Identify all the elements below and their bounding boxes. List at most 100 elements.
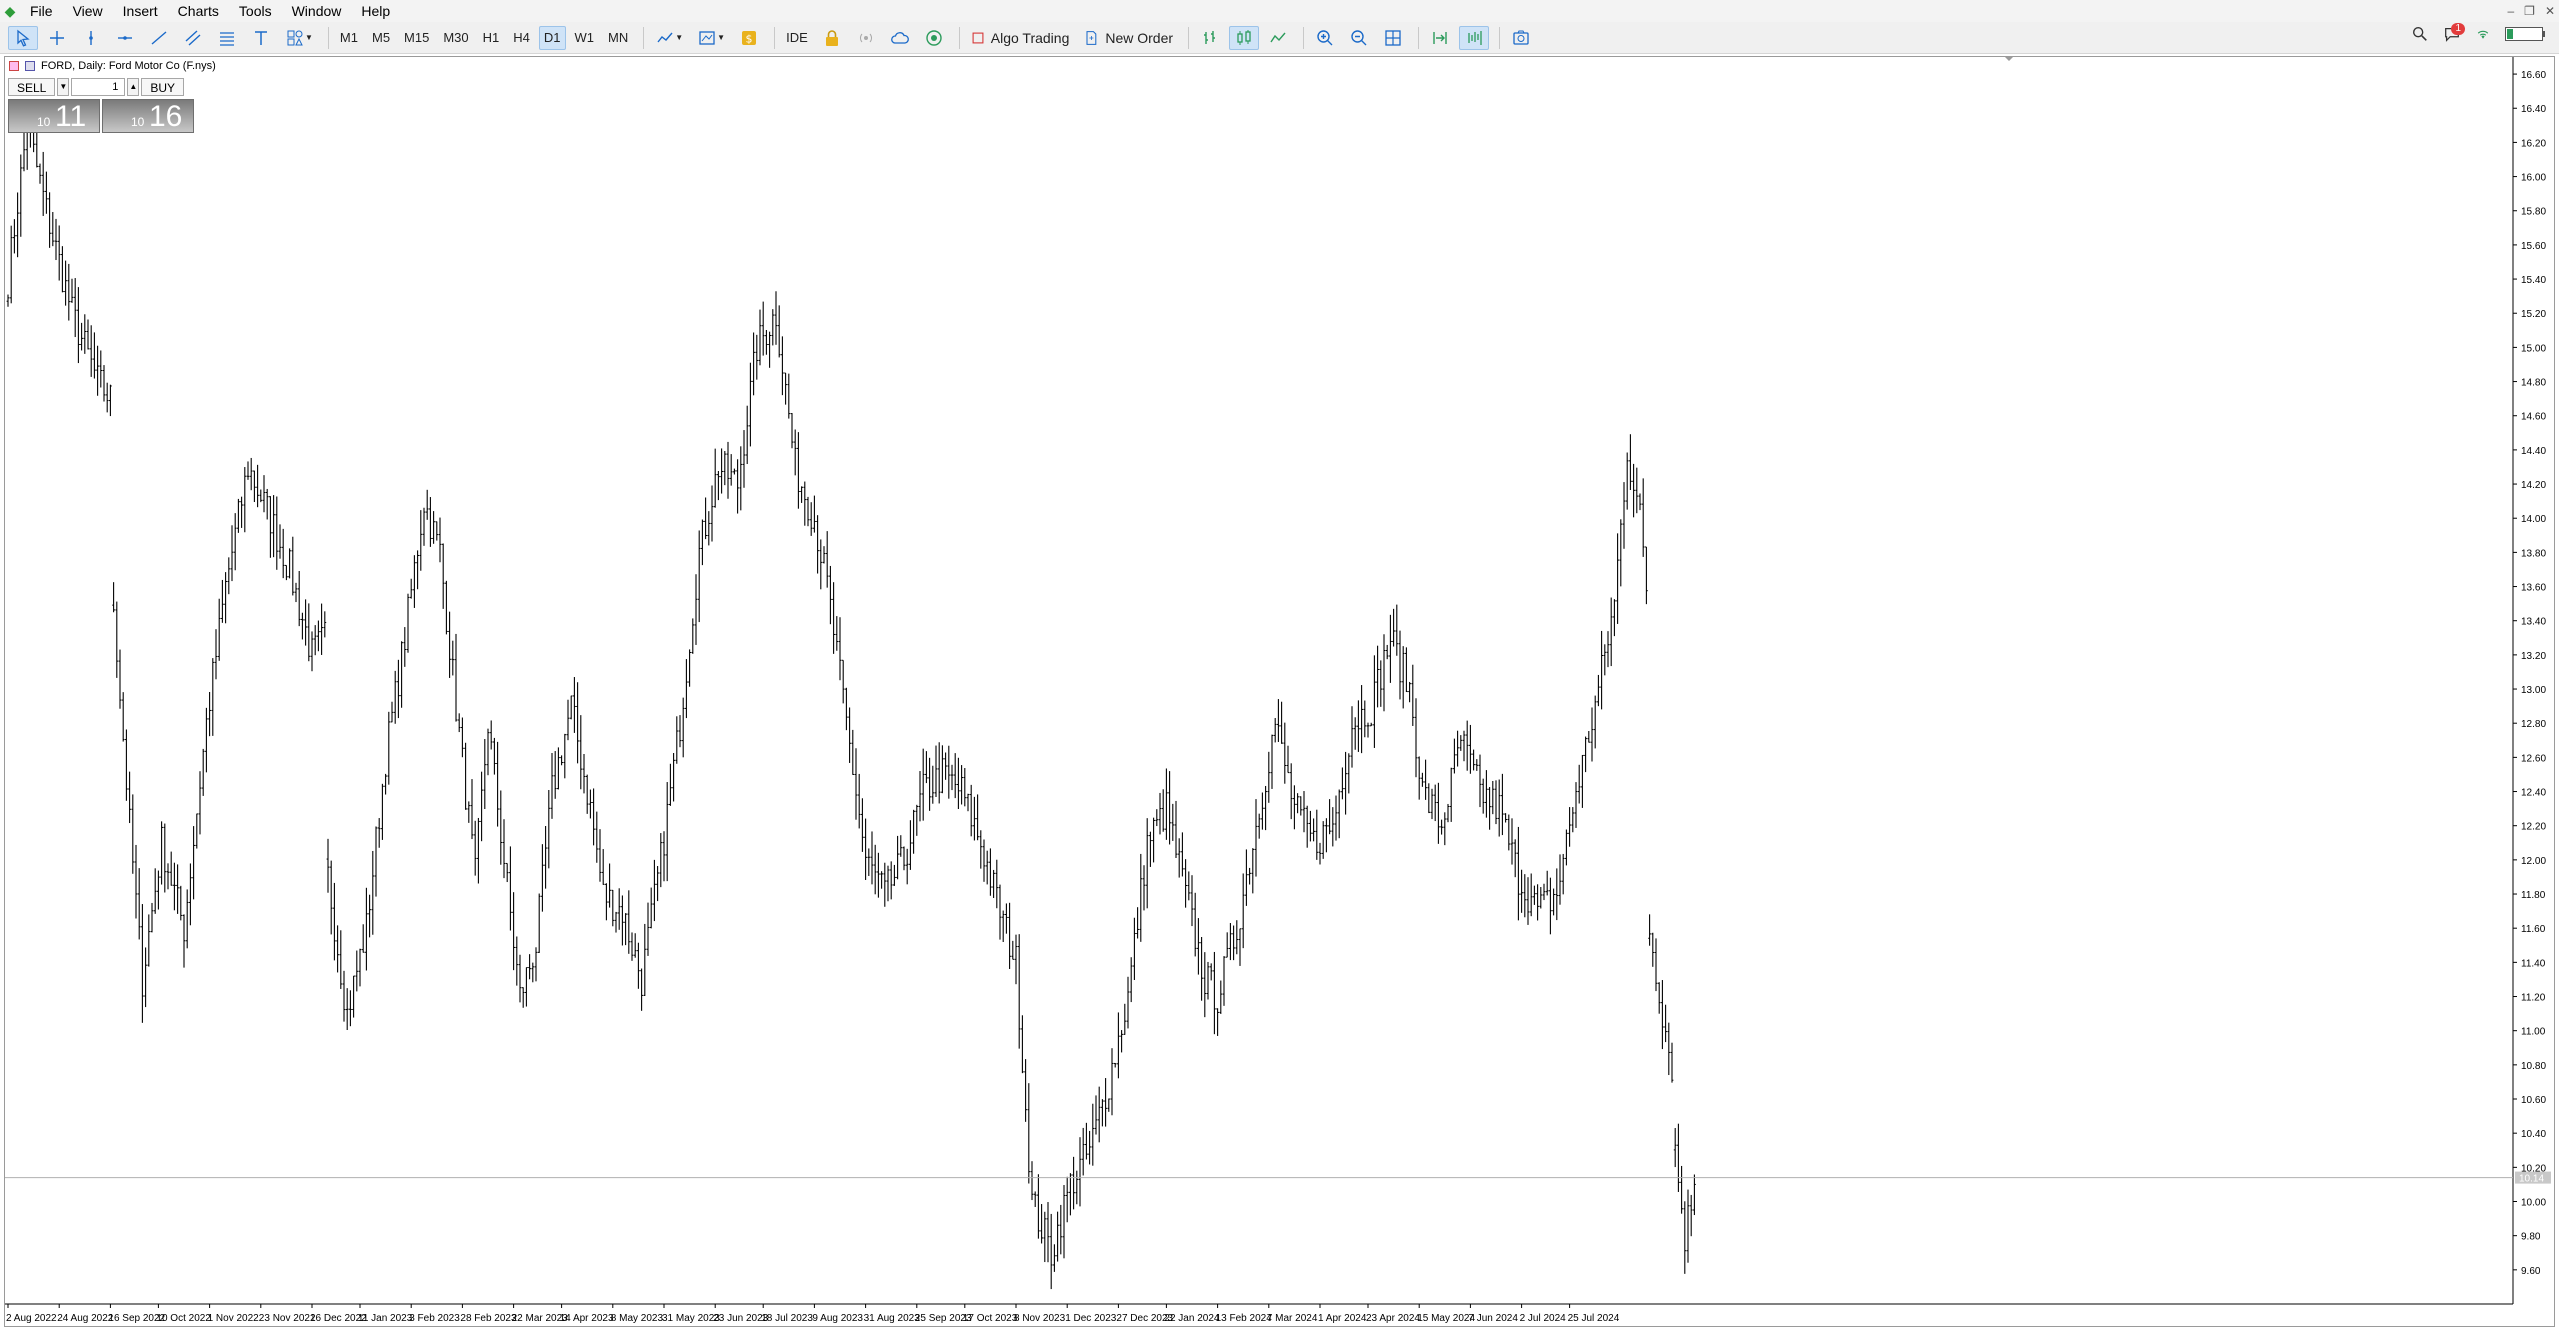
tf-d1[interactable]: D1 xyxy=(538,25,566,50)
horizontal-line-button[interactable] xyxy=(110,26,140,50)
volume-up-icon[interactable]: ▲ xyxy=(127,78,140,96)
price-chart[interactable]: 9.609.8010.0010.2010.4010.6010.8011.0011… xyxy=(5,57,2554,1326)
vertical-line-button[interactable] xyxy=(76,26,106,50)
price-tick-label: 13.80 xyxy=(2521,548,2546,559)
indicators-icon xyxy=(657,32,673,42)
text-button[interactable] xyxy=(246,26,276,50)
dropdown-arrow-icon: ▼ xyxy=(717,33,726,42)
volume-input[interactable]: 1 xyxy=(71,78,126,96)
cursor-button[interactable] xyxy=(8,25,38,50)
price-tick-label: 10.00 xyxy=(2521,1198,2546,1209)
menu-charts[interactable]: Charts xyxy=(168,0,229,22)
price-tick-label: 16.40 xyxy=(2521,104,2546,115)
buy-price-big: 16 xyxy=(149,100,183,133)
time-tick-label: 1 Apr 2024 xyxy=(1318,1313,1367,1324)
zoom-out-button[interactable] xyxy=(1344,26,1374,50)
menu-help[interactable]: Help xyxy=(351,0,400,22)
shapes-button[interactable]: ▼ xyxy=(280,26,318,50)
dropdown-arrow-icon: ▼ xyxy=(305,33,313,42)
buy-price[interactable]: 10 16 xyxy=(102,99,194,133)
indicators-button[interactable]: ▼ xyxy=(650,26,688,50)
time-tick-label: 10 Oct 2022 xyxy=(156,1313,211,1324)
price-tick-label: 15.40 xyxy=(2521,275,2546,286)
price-tick-label: 9.80 xyxy=(2521,1232,2541,1243)
autoscroll-button[interactable] xyxy=(1425,26,1455,50)
tf-mn[interactable]: MN xyxy=(603,26,633,50)
search-button[interactable] xyxy=(2411,25,2429,46)
price-tick-label: 15.80 xyxy=(2521,207,2546,218)
grid-button[interactable] xyxy=(1378,26,1408,50)
time-tick-label: 28 Feb 2023 xyxy=(460,1313,517,1324)
menu-file[interactable]: File xyxy=(20,0,63,22)
price-tick-label: 16.60 xyxy=(2521,70,2546,81)
menu-insert[interactable]: Insert xyxy=(113,0,168,22)
price-tick-label: 13.60 xyxy=(2521,583,2546,594)
tf-m30[interactable]: M30 xyxy=(438,26,473,50)
notifications-button[interactable]: 1 xyxy=(2443,23,2465,46)
chart-window[interactable]: 9.60 9.80 10.00 10.20 10.40 10.60 10.80 11.00 11… xyxy=(4,56,2555,1327)
price-tick-label: 15.60 xyxy=(2521,241,2546,252)
zoom-in-icon xyxy=(1317,29,1333,45)
cloud-icon xyxy=(890,31,909,44)
chart-shift-button[interactable] xyxy=(1459,25,1490,50)
tf-h1[interactable]: H1 xyxy=(478,26,505,50)
price-tick-label: 14.40 xyxy=(2521,446,2546,457)
tf-w1[interactable]: W1 xyxy=(570,26,600,50)
price-tick-label: 11.40 xyxy=(2521,958,2546,969)
price-tick-label: 10.80 xyxy=(2521,1061,2546,1072)
line-chart-button[interactable] xyxy=(1263,26,1293,50)
crosshair-button[interactable] xyxy=(42,26,72,50)
tf-m5[interactable]: M5 xyxy=(367,26,395,50)
time-tick-label: 11 Jan 2023 xyxy=(358,1313,413,1324)
fibonacci-button[interactable] xyxy=(212,26,242,50)
sell-price[interactable]: 10 11 xyxy=(8,99,100,133)
menu-view[interactable]: View xyxy=(63,0,113,22)
price-tick-label: 11.20 xyxy=(2521,993,2546,1004)
line-chart-icon xyxy=(1270,32,1286,42)
connection-bar xyxy=(2505,27,2545,44)
screenshot-button[interactable] xyxy=(1506,26,1536,50)
chart-shift-icon xyxy=(1468,30,1482,45)
channel-button[interactable] xyxy=(178,26,208,50)
chart-shift-marker xyxy=(2005,57,2013,61)
vps-button[interactable] xyxy=(919,26,949,50)
app-logo-icon: ◆ xyxy=(4,2,16,19)
new-order-button[interactable]: New Order xyxy=(1078,26,1178,50)
time-tick-label: 24 Aug 2022 xyxy=(57,1313,114,1324)
tf-h4[interactable]: H4 xyxy=(508,26,535,50)
tf-m1[interactable]: M1 xyxy=(335,26,363,50)
time-tick-label: 8 May 2023 xyxy=(611,1313,664,1324)
templates-button[interactable]: ▼ xyxy=(692,26,730,50)
price-tick-label: 11.60 xyxy=(2521,924,2546,935)
menu-tools[interactable]: Tools xyxy=(229,0,282,22)
menu-bar: ◆ File View Insert Charts Tools Window H… xyxy=(0,0,2559,22)
time-tick-label: 8 Nov 2023 xyxy=(1014,1313,1066,1324)
market-button[interactable]: $ xyxy=(734,26,764,50)
bar-chart-button[interactable] xyxy=(1195,26,1225,50)
volume-down-icon[interactable]: ▼ xyxy=(57,78,70,96)
minimize-icon[interactable]: – xyxy=(2507,4,2514,18)
templates-icon xyxy=(699,30,715,45)
zoom-in-button[interactable] xyxy=(1310,26,1340,50)
time-tick-label: 14 Apr 2023 xyxy=(560,1313,614,1324)
signals-button[interactable] xyxy=(851,26,881,50)
trend-line-button[interactable] xyxy=(144,26,174,50)
buy-button[interactable]: BUY xyxy=(141,78,185,96)
algo-trading-label: Algo Trading xyxy=(990,29,1070,46)
price-tick-label: 11.00 xyxy=(2521,1027,2546,1038)
close-icon[interactable]: ✕ xyxy=(2545,4,2555,18)
vertical-line-icon xyxy=(89,30,93,45)
price-tick-label: 9.60 xyxy=(2521,1266,2541,1277)
cloud-button[interactable] xyxy=(885,26,915,50)
connection-status xyxy=(2475,26,2491,45)
algo-trading-button[interactable]: Algo Trading xyxy=(966,26,1075,50)
price-tick-label: 16.20 xyxy=(2521,138,2546,149)
restore-icon[interactable]: ❐ xyxy=(2524,4,2535,18)
ide-button[interactable]: IDE xyxy=(781,26,813,50)
menu-window[interactable]: Window xyxy=(282,0,352,22)
tf-m15[interactable]: M15 xyxy=(399,26,434,50)
sell-button[interactable]: SELL xyxy=(8,78,56,96)
price-tick-label: 15.20 xyxy=(2521,309,2546,320)
candle-chart-button[interactable] xyxy=(1229,25,1260,50)
lock-button[interactable] xyxy=(817,26,847,50)
